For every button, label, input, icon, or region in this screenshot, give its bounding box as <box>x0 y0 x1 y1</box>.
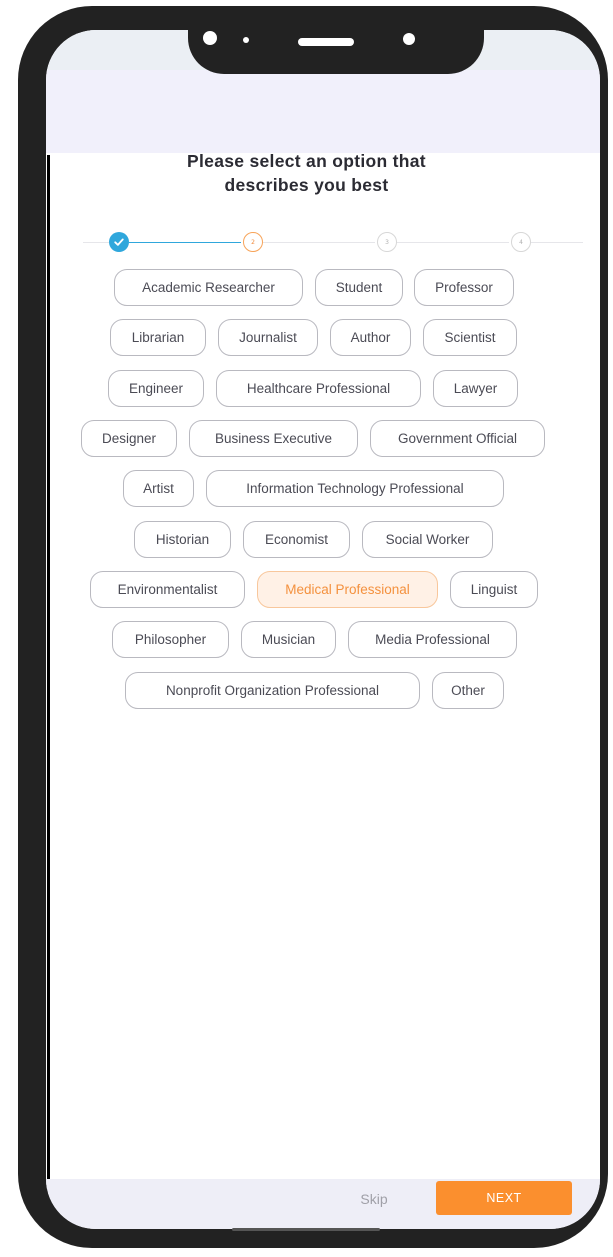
camera-icon <box>403 33 415 45</box>
home-indicator <box>232 1228 380 1231</box>
option-chip-artist[interactable]: Artist <box>123 470 194 507</box>
stepper-line <box>83 242 109 243</box>
option-chip-historian[interactable]: Historian <box>134 521 231 558</box>
speaker-icon <box>298 38 354 46</box>
camera-icon <box>203 31 217 45</box>
page-title: Please select an option that describes y… <box>0 149 613 197</box>
option-chip-journalist[interactable]: Journalist <box>218 319 318 356</box>
option-chip-engineer[interactable]: Engineer <box>108 370 204 407</box>
option-chip-healthcare-professional[interactable]: Healthcare Professional <box>216 370 421 407</box>
page-title-line2: describes you best <box>224 175 389 195</box>
step-1-complete <box>109 232 129 252</box>
option-chip-business-executive[interactable]: Business Executive <box>189 420 358 457</box>
checkmark-icon <box>114 238 124 246</box>
option-chip-environmentalist[interactable]: Environmentalist <box>90 571 245 608</box>
next-button[interactable]: NEXT <box>436 1181 572 1215</box>
option-chip-designer[interactable]: Designer <box>81 420 177 457</box>
option-chip-other[interactable]: Other <box>432 672 504 709</box>
option-chip-academic-researcher[interactable]: Academic Researcher <box>114 269 303 306</box>
option-chip-media-professional[interactable]: Media Professional <box>348 621 517 658</box>
stepper-line <box>397 242 509 243</box>
option-chip-economist[interactable]: Economist <box>243 521 350 558</box>
stepper-line-completed <box>129 242 241 243</box>
step-3: 3 <box>377 232 397 252</box>
option-chip-medical-professional[interactable]: Medical Professional <box>257 571 438 608</box>
option-chip-scientist[interactable]: Scientist <box>423 319 517 356</box>
option-chip-lawyer[interactable]: Lawyer <box>433 370 518 407</box>
stepper-line <box>263 242 375 243</box>
page-title-line1: Please select an option that <box>187 151 426 171</box>
option-chip-nonprofit-organization-professional[interactable]: Nonprofit Organization Professional <box>125 672 420 709</box>
sensor-icon <box>243 37 249 43</box>
option-chip-philosopher[interactable]: Philosopher <box>112 621 229 658</box>
option-chip-social-worker[interactable]: Social Worker <box>362 521 493 558</box>
option-chip-professor[interactable]: Professor <box>414 269 514 306</box>
option-chip-government-official[interactable]: Government Official <box>370 420 545 457</box>
option-chip-librarian[interactable]: Librarian <box>110 319 206 356</box>
option-chip-student[interactable]: Student <box>315 269 403 306</box>
step-2-active: 2 <box>243 232 263 252</box>
skip-button[interactable]: Skip <box>352 1191 396 1207</box>
left-divider <box>47 155 50 1193</box>
option-chip-information-technology-professional[interactable]: Information Technology Professional <box>206 470 504 507</box>
stepper-line <box>531 242 583 243</box>
step-4: 4 <box>511 232 531 252</box>
option-chip-musician[interactable]: Musician <box>241 621 336 658</box>
option-chip-linguist[interactable]: Linguist <box>450 571 538 608</box>
option-chip-author[interactable]: Author <box>330 319 411 356</box>
